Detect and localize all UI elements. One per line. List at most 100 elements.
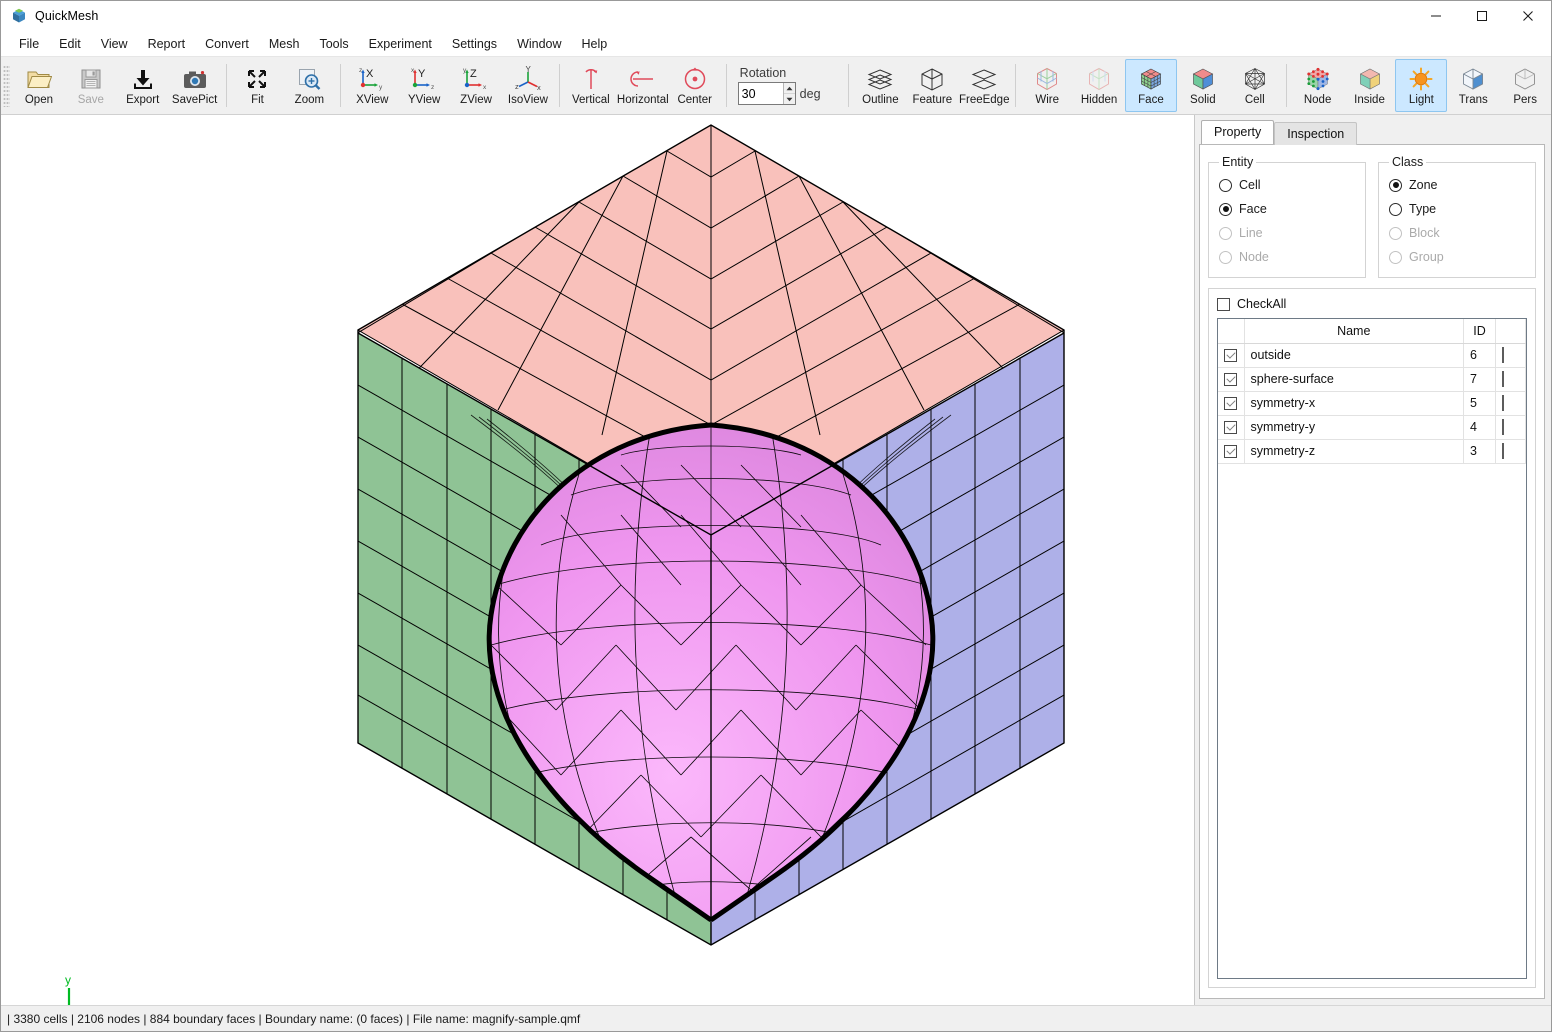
fit-arrows-icon [245, 65, 269, 93]
outline-button[interactable]: Outline [854, 59, 906, 112]
row-color-cell[interactable] [1495, 343, 1526, 368]
toolbar-separator [725, 64, 727, 107]
face-button[interactable]: Face [1125, 59, 1177, 112]
color-swatch[interactable] [1502, 443, 1504, 459]
menu-experiment[interactable]: Experiment [359, 34, 442, 54]
entity-option-cell[interactable]: Cell [1219, 173, 1355, 197]
row-checkbox[interactable] [1224, 372, 1238, 386]
row-checkbox[interactable] [1224, 348, 1238, 362]
radio-icon[interactable] [1389, 202, 1402, 216]
trans-button[interactable]: Trans [1447, 59, 1499, 112]
zview-button[interactable]: Z y x ZView [450, 59, 502, 112]
mesh-render: y x z [65, 124, 1065, 1005]
save-button[interactable]: Save [65, 59, 117, 112]
main-body: y x z Property Inspection Entity [1, 115, 1551, 1005]
row-checkbox-cell[interactable] [1218, 367, 1245, 392]
menu-tools[interactable]: Tools [309, 34, 358, 54]
row-checkbox[interactable] [1224, 444, 1238, 458]
horizontal-rotate-button[interactable]: Horizontal [617, 59, 669, 112]
table-row[interactable]: sphere-surface 7 [1218, 367, 1526, 392]
menu-edit[interactable]: Edit [49, 34, 91, 54]
row-color-cell[interactable] [1495, 391, 1526, 416]
inside-button[interactable]: Inside [1344, 59, 1396, 112]
perspective-cube-icon [1512, 65, 1538, 93]
row-color-cell[interactable] [1495, 439, 1526, 464]
maximize-button[interactable] [1459, 1, 1505, 31]
center-rotate-button[interactable]: Center [669, 59, 721, 112]
class-option-type[interactable]: Type [1389, 197, 1525, 221]
entity-option-face[interactable]: Face [1219, 197, 1355, 221]
rotation-spin-arrows[interactable] [783, 83, 795, 104]
class-option-zone[interactable]: Zone [1389, 173, 1525, 197]
rotation-stepper[interactable] [737, 82, 796, 105]
wire-button[interactable]: Wire [1021, 59, 1073, 112]
check-all-checkbox[interactable] [1217, 297, 1230, 311]
savepict-button[interactable]: SavePict [169, 59, 221, 112]
check-all-row[interactable]: CheckAll [1217, 297, 1527, 311]
open-label: Open [24, 94, 53, 106]
table-row[interactable]: symmetry-y 4 [1218, 415, 1526, 440]
radio-icon[interactable] [1219, 178, 1232, 192]
close-button[interactable] [1505, 1, 1551, 31]
table-row[interactable]: symmetry-x 5 [1218, 391, 1526, 416]
cell-button[interactable]: Cell [1229, 59, 1281, 112]
mesh-viewport[interactable]: y x z [1, 115, 1195, 1005]
color-swatch[interactable] [1502, 419, 1504, 435]
menu-report[interactable]: Report [138, 34, 196, 54]
isoview-button[interactable]: Y z x IsoView [502, 59, 554, 112]
vertical-rotate-button[interactable]: Vertical [565, 59, 617, 112]
rotation-unit: deg [799, 86, 821, 101]
menu-convert[interactable]: Convert [195, 34, 259, 54]
solid-button[interactable]: Solid [1177, 59, 1229, 112]
rotation-input[interactable] [738, 83, 784, 104]
toolbar-grip[interactable] [3, 64, 10, 107]
row-id: 6 [1463, 343, 1496, 368]
tab-property[interactable]: Property [1201, 120, 1275, 144]
row-checkbox-cell[interactable] [1218, 415, 1245, 440]
spin-up-icon[interactable] [784, 83, 795, 94]
fit-label: Fit [251, 94, 264, 106]
spin-down-icon[interactable] [784, 94, 795, 104]
row-color-cell[interactable] [1495, 367, 1526, 392]
node-button[interactable]: Node [1292, 59, 1344, 112]
col-id: ID [1463, 319, 1496, 344]
hidden-button[interactable]: Hidden [1073, 59, 1125, 112]
row-checkbox-cell[interactable] [1218, 343, 1245, 368]
open-button[interactable]: Open [13, 59, 65, 112]
color-swatch[interactable] [1502, 395, 1504, 411]
row-color-cell[interactable] [1495, 415, 1526, 440]
table-row[interactable]: outside 6 [1218, 343, 1526, 368]
menu-settings[interactable]: Settings [442, 34, 507, 54]
zone-table-wrap[interactable]: Name ID outside 6 sphere-surface 7 symme… [1217, 318, 1527, 979]
rotate-vertical-icon [578, 65, 604, 93]
color-swatch[interactable] [1502, 347, 1504, 363]
menu-view[interactable]: View [91, 34, 138, 54]
radio-selected-icon[interactable] [1389, 178, 1402, 192]
light-button[interactable]: Light [1395, 59, 1448, 112]
pers-button[interactable]: Pers [1499, 59, 1551, 112]
zoom-button[interactable]: Zoom [283, 59, 335, 112]
inside-label: Inside [1354, 94, 1385, 106]
row-checkbox[interactable] [1224, 396, 1238, 410]
freeedge-button[interactable]: FreeEdge [958, 59, 1010, 112]
feature-button[interactable]: Feature [906, 59, 958, 112]
xview-button[interactable]: X z y XView [346, 59, 398, 112]
menu-help[interactable]: Help [572, 34, 618, 54]
fit-button[interactable]: Fit [232, 59, 284, 112]
minimize-button[interactable] [1413, 1, 1459, 31]
yview-button[interactable]: Y x z YView [398, 59, 450, 112]
color-swatch[interactable] [1502, 371, 1504, 387]
row-checkbox[interactable] [1224, 420, 1238, 434]
table-row[interactable]: symmetry-z 3 [1218, 439, 1526, 464]
menu-window[interactable]: Window [507, 34, 571, 54]
row-checkbox-cell[interactable] [1218, 439, 1245, 464]
svg-text:y: y [379, 84, 383, 91]
radio-selected-icon[interactable] [1219, 202, 1232, 216]
toolbar-separator [1015, 64, 1017, 107]
svg-text:x: x [483, 84, 487, 91]
row-checkbox-cell[interactable] [1218, 391, 1245, 416]
tab-inspection[interactable]: Inspection [1274, 122, 1358, 145]
export-button[interactable]: Export [117, 59, 169, 112]
menu-file[interactable]: File [9, 34, 49, 54]
menu-mesh[interactable]: Mesh [259, 34, 310, 54]
